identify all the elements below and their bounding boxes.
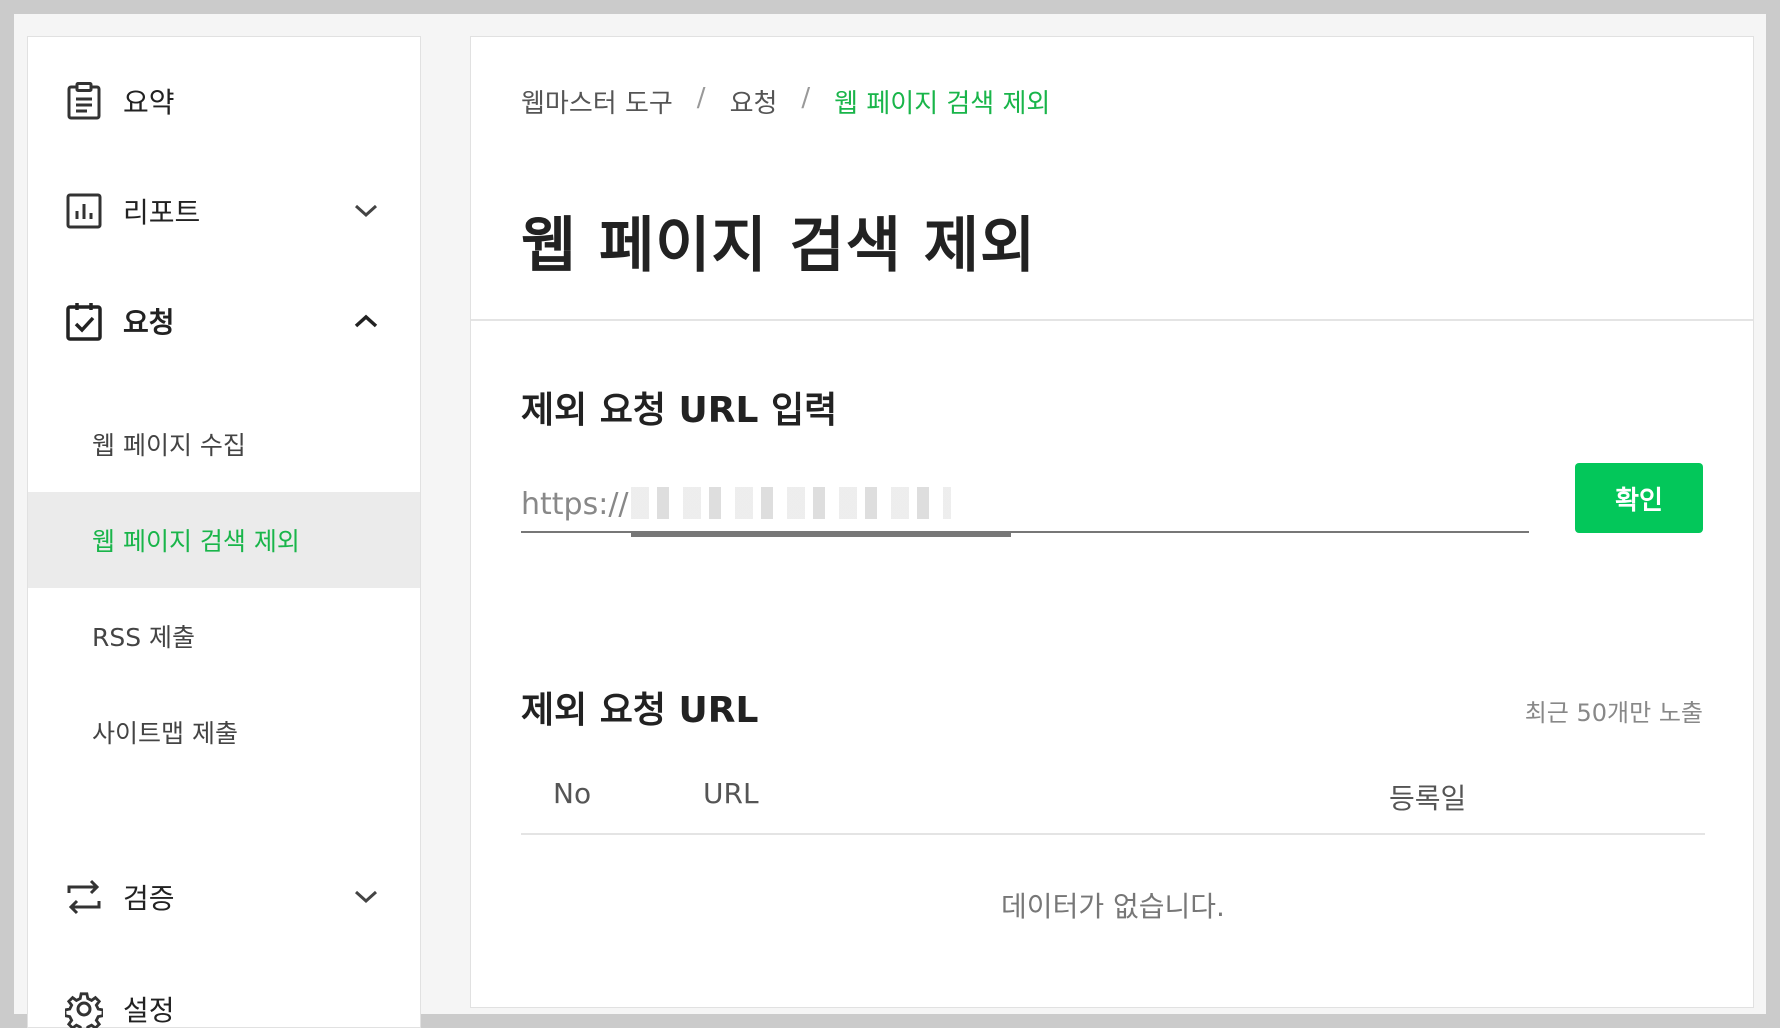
url-input-wrapper: [521, 477, 1529, 537]
sidebar-subitem-page-collect[interactable]: 웹 페이지 수집: [28, 396, 420, 492]
sidebar-item-verify[interactable]: 검증: [28, 857, 420, 937]
sidebar-item-summary[interactable]: 요약: [28, 61, 420, 141]
sidebar-subitem-sitemap[interactable]: 사이트맵 제출: [28, 684, 420, 780]
redacted-url-text: [631, 487, 951, 519]
sidebar-subitem-rss[interactable]: RSS 제출: [28, 588, 420, 684]
chevron-up-icon[interactable]: [352, 307, 380, 335]
sidebar-item-label: 요청: [123, 306, 175, 339]
gear-icon: [64, 989, 104, 1028]
sidebar-item-label: 리포트: [123, 196, 201, 229]
sidebar-item-report[interactable]: 리포트: [28, 171, 420, 251]
clipboard-list-icon: [64, 81, 104, 121]
list-section-title: 제외 요청 URL: [521, 690, 759, 731]
main-panel: 웹마스터 도구 / 요청 / 웹 페이지 검색 제외 웹 페이지 검색 제외 제…: [470, 36, 1754, 1008]
sidebar: 요약 리포트 요청 웹 페이지 수집 웹 페이지 검색 제외 RSS 제출 사이…: [27, 36, 421, 1028]
sidebar-item-label: 검증: [123, 882, 175, 915]
chevron-down-icon[interactable]: [352, 883, 380, 911]
page-title: 웹 페이지 검색 제외: [521, 211, 1037, 281]
table-divider: [521, 833, 1705, 835]
recent-limit-note: 최근 50개만 노출: [1524, 699, 1703, 727]
breadcrumb-item[interactable]: 웹마스터 도구: [521, 83, 673, 120]
breadcrumb: 웹마스터 도구 / 요청 / 웹 페이지 검색 제외: [521, 83, 1050, 120]
input-focus-underline: [631, 531, 1011, 537]
breadcrumb-item[interactable]: 요청: [730, 83, 778, 120]
breadcrumb-separator: /: [696, 83, 706, 113]
sidebar-item-request[interactable]: 요청: [28, 281, 420, 361]
sidebar-item-settings[interactable]: 설정: [28, 969, 420, 1028]
bar-chart-icon: [64, 191, 104, 231]
repeat-arrows-icon: [64, 877, 104, 917]
confirm-button[interactable]: 확인: [1575, 463, 1703, 533]
column-header-no: No: [553, 777, 592, 810]
sidebar-subitem-page-exclude[interactable]: 웹 페이지 검색 제외: [28, 492, 420, 588]
column-header-url: URL: [703, 777, 759, 810]
chevron-down-icon[interactable]: [352, 197, 380, 225]
clipboard-check-icon: [64, 301, 104, 341]
sidebar-item-label: 설정: [123, 994, 175, 1027]
sidebar-subitem-label: RSS 제출: [92, 623, 196, 652]
breadcrumb-current: 웹 페이지 검색 제외: [834, 89, 1051, 119]
sidebar-subitem-label: 웹 페이지 검색 제외: [92, 527, 300, 556]
header-divider: [471, 319, 1753, 321]
breadcrumb-separator: /: [801, 83, 811, 113]
sidebar-subitem-label: 사이트맵 제출: [92, 719, 238, 748]
input-section-title: 제외 요청 URL 입력: [521, 390, 838, 431]
empty-state-message: 데이터가 없습니다.: [1001, 890, 1225, 923]
sidebar-subitem-label: 웹 페이지 수집: [92, 431, 246, 460]
sidebar-item-label: 요약: [123, 86, 175, 119]
column-header-date: 등록일: [1389, 782, 1467, 815]
